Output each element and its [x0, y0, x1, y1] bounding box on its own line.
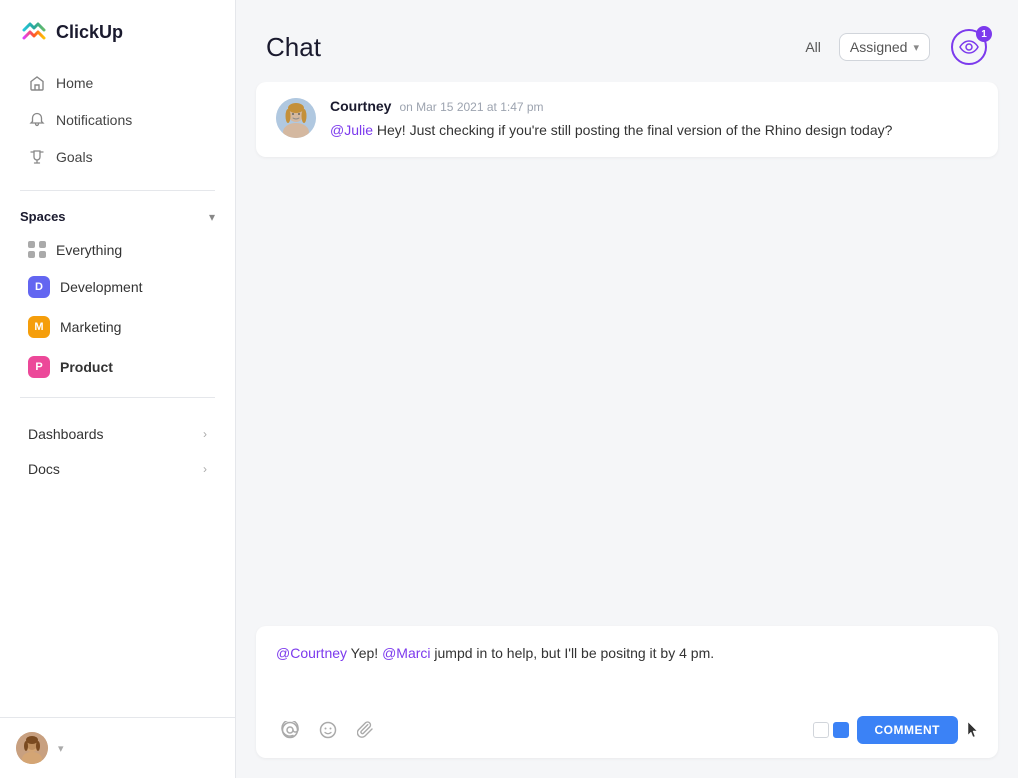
everything-label: Everything [56, 242, 122, 258]
sidebar-item-everything[interactable]: Everything [8, 233, 227, 266]
user-avatar-image [16, 732, 48, 764]
chat-page-title: Chat [266, 32, 777, 63]
reply-text-1: Yep! [347, 645, 382, 661]
notification-count-badge: 1 [976, 26, 992, 42]
sidebar-item-goals[interactable]: Goals [8, 139, 227, 175]
sidebar-item-notifications[interactable]: Notifications [8, 102, 227, 138]
logo-area[interactable]: ClickUp [0, 0, 235, 60]
filter-all-button[interactable]: All [797, 35, 829, 59]
reply-actions: COMMENT [813, 716, 979, 744]
sidebar-nav: Home Notifications Goals [0, 60, 235, 180]
message-timestamp: on Mar 15 2021 at 1:47 pm [399, 100, 543, 114]
dashboards-chevron-icon: › [203, 427, 207, 441]
reply-mention-courtney[interactable]: @Courtney [276, 645, 347, 661]
spaces-divider [20, 397, 215, 398]
sidebar-item-dashboards[interactable]: Dashboards › [8, 417, 227, 451]
development-label: Development [60, 279, 143, 295]
chat-messages-list: Courtney on Mar 15 2021 at 1:47 pm @Juli… [236, 82, 1018, 626]
reply-text-content[interactable]: @Courtney Yep! @Marci jumpd in to help, … [276, 642, 978, 702]
spaces-chevron-icon: ▾ [209, 210, 215, 224]
reply-text-2: jumpd in to help, but I'll be positng it… [431, 645, 715, 661]
sidebar-item-marketing[interactable]: M Marketing [8, 308, 227, 346]
user-avatar [16, 732, 48, 764]
reply-mention-marci[interactable]: @Marci [382, 645, 430, 661]
reply-toolbar: COMMENT [276, 716, 978, 744]
chat-header: Chat All Assigned ▾ 1 [236, 0, 1018, 82]
product-badge: P [28, 356, 50, 378]
cursor-icon [966, 721, 978, 739]
sidebar-user-footer[interactable]: ▾ [0, 717, 235, 778]
sidebar-item-home[interactable]: Home [8, 65, 227, 101]
message-body-text: Hey! Just checking if you're still posti… [373, 122, 892, 138]
message-item: Courtney on Mar 15 2021 at 1:47 pm @Juli… [256, 82, 998, 157]
filter-assigned-dropdown[interactable]: Assigned ▾ [839, 33, 930, 61]
everything-grid-icon [28, 241, 46, 258]
format-box-inactive[interactable] [813, 722, 829, 738]
format-box-active[interactable] [833, 722, 849, 738]
watch-notifications-button[interactable]: 1 [950, 28, 988, 66]
trophy-icon [28, 148, 46, 166]
main-content: Chat All Assigned ▾ 1 [236, 0, 1018, 778]
mention-tool-icon[interactable] [276, 716, 304, 744]
emoji-tool-icon[interactable] [314, 716, 342, 744]
development-badge: D [28, 276, 50, 298]
spaces-header[interactable]: Spaces ▾ [0, 201, 235, 232]
marketing-badge: M [28, 316, 50, 338]
dashboards-left: Dashboards [28, 426, 104, 442]
sidebar-item-product[interactable]: P Product [8, 348, 227, 386]
sidebar-sections: Dashboards › Docs › [0, 408, 235, 491]
attach-tool-icon[interactable] [352, 716, 380, 744]
app-name: ClickUp [56, 22, 123, 43]
message-mention[interactable]: @Julie [330, 122, 373, 138]
sidebar-item-docs[interactable]: Docs › [8, 452, 227, 486]
product-label: Product [60, 359, 113, 375]
docs-chevron-icon: › [203, 462, 207, 476]
format-options [813, 722, 849, 738]
home-label: Home [56, 75, 93, 91]
message-body: Courtney on Mar 15 2021 at 1:47 pm @Juli… [330, 98, 978, 141]
reply-box: @Courtney Yep! @Marci jumpd in to help, … [256, 626, 998, 758]
message-author-name: Courtney [330, 98, 391, 114]
marketing-label: Marketing [60, 319, 121, 335]
home-icon [28, 74, 46, 92]
notifications-label: Notifications [56, 112, 132, 128]
bell-icon [28, 111, 46, 129]
docs-left: Docs [28, 461, 60, 477]
message-text: @Julie Hey! Just checking if you're stil… [330, 120, 978, 141]
filter-chevron-icon: ▾ [913, 41, 919, 54]
nav-divider [20, 190, 215, 191]
goals-label: Goals [56, 149, 93, 165]
filter-assigned-label: Assigned [850, 39, 908, 55]
reply-tools [276, 716, 380, 744]
courtney-avatar [276, 98, 316, 138]
message-header: Courtney on Mar 15 2021 at 1:47 pm [330, 98, 978, 114]
sidebar-item-development[interactable]: D Development [8, 268, 227, 306]
comment-button[interactable]: COMMENT [857, 716, 959, 744]
docs-label: Docs [28, 461, 60, 477]
spaces-title: Spaces [20, 209, 66, 224]
sidebar: ClickUp Home Notifications Goals Spaces … [0, 0, 236, 778]
chat-filters: All Assigned ▾ [797, 33, 930, 61]
clickup-logo-icon [20, 18, 48, 46]
user-chevron-icon: ▾ [58, 742, 64, 755]
dashboards-label: Dashboards [28, 426, 104, 442]
